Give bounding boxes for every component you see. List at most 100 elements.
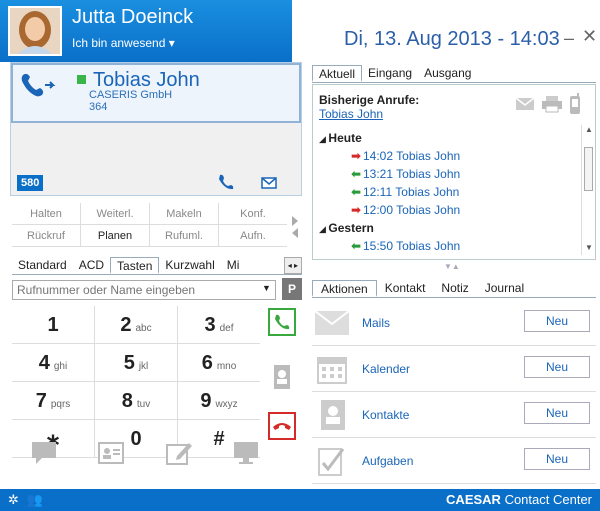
- tab-aktuell[interactable]: Aktuell: [312, 65, 363, 82]
- tab-eingang[interactable]: Eingang: [362, 65, 418, 82]
- mail-icon[interactable]: [515, 97, 535, 111]
- chevron-down-icon: ▾: [168, 36, 175, 50]
- key-letters: jkl: [138, 361, 149, 372]
- dial-dropdown-icon[interactable]: ▼: [262, 283, 271, 293]
- brand-rest: Contact Center: [500, 492, 592, 507]
- action-row-label[interactable]: Mails: [362, 316, 390, 330]
- history-contact-link[interactable]: Tobias John: [319, 107, 383, 121]
- tab-acd[interactable]: ACD: [73, 257, 110, 274]
- collapse-triangle-icon[interactable]: ◢: [319, 134, 328, 144]
- action-row-label[interactable]: Kalender: [362, 362, 410, 376]
- vcard-icon[interactable]: [97, 440, 125, 466]
- tab-kontakt[interactable]: Kontakt: [377, 280, 434, 297]
- presence-dropdown[interactable]: Ich bin anwesend ▾: [72, 36, 175, 50]
- brand-bold: CAESAR: [446, 492, 501, 507]
- mail-icon: [312, 309, 352, 336]
- scroll-arrows-icon[interactable]: [290, 214, 300, 240]
- key-digit: 2: [120, 314, 132, 336]
- hangup-button[interactable]: [268, 412, 296, 440]
- action-row-kalender: Kalender Neu: [312, 346, 596, 392]
- history-call-row[interactable]: ⬅ 12:11 Tobias John: [319, 183, 573, 201]
- chat-icon[interactable]: [30, 440, 58, 466]
- tab-aktionen[interactable]: Aktionen: [312, 280, 377, 297]
- action-rufuml[interactable]: Rufuml.: [150, 225, 219, 246]
- key-8[interactable]: 8 tuv: [95, 382, 178, 419]
- action-makeln[interactable]: Makeln: [150, 203, 219, 224]
- footer-tools: ✲ 👥: [8, 492, 43, 508]
- call-time: 13:21: [363, 167, 394, 181]
- action-weiterl[interactable]: Weiterl.: [81, 203, 150, 224]
- active-call[interactable]: Tobias John CASERIS GmbH 364: [11, 63, 301, 123]
- outgoing-arrow-icon: ➡: [351, 203, 362, 217]
- history-call-row[interactable]: ⬅ 13:21 Tobias John: [319, 165, 573, 183]
- close-button[interactable]: ✕: [582, 26, 597, 47]
- key-digit: 5: [123, 352, 135, 374]
- key-4[interactable]: 4 ghi: [12, 344, 95, 381]
- bottom-toolbar: [30, 440, 260, 466]
- tab-kurzwahl[interactable]: Kurzwahl: [159, 257, 220, 274]
- scroll-up-icon[interactable]: ▲: [585, 125, 593, 134]
- minimize-button[interactable]: –: [564, 28, 574, 49]
- key-7[interactable]: 7 pqrs: [12, 382, 95, 419]
- edit-note-icon[interactable]: [165, 440, 193, 466]
- tab-scroll-arrows-icon[interactable]: ◂ ▸: [283, 257, 302, 274]
- mail-icon[interactable]: [261, 177, 277, 189]
- scroll-down-icon[interactable]: ▼: [585, 243, 593, 252]
- tab-ausgang[interactable]: Ausgang: [418, 65, 477, 82]
- action-halten[interactable]: Halten: [12, 203, 81, 224]
- contact-card-button[interactable]: [268, 358, 296, 396]
- actions-row: Halten Weiterl. Makeln Konf.: [12, 203, 287, 225]
- splitter-grip-icon[interactable]: ▼▲: [444, 262, 460, 271]
- action-rückruf[interactable]: Rückruf: [12, 225, 81, 246]
- gear-icon[interactable]: ✲: [8, 492, 19, 507]
- key-1[interactable]: 1: [12, 306, 95, 343]
- history-group[interactable]: ◢ Gestern: [319, 219, 573, 237]
- history-group[interactable]: ◢ Heute: [319, 129, 573, 147]
- answer-button[interactable]: [268, 308, 296, 336]
- key-5[interactable]: 5 jkl: [95, 344, 178, 381]
- new-kalender-button[interactable]: Neu: [524, 356, 590, 378]
- action-row-label[interactable]: Aufgaben: [362, 454, 413, 468]
- keypad-tabs: Standard ACD Tasten Kurzwahl Mi ◂ ▸: [12, 257, 302, 275]
- new-aufgaben-button[interactable]: Neu: [524, 448, 590, 470]
- history-call-row[interactable]: ⬅ 15:50 Tobias John: [319, 237, 573, 255]
- key-letters: mno: [216, 361, 237, 372]
- collapse-triangle-icon[interactable]: ◢: [319, 224, 328, 234]
- new-mails-button[interactable]: Neu: [524, 310, 590, 332]
- key-digit: 8: [121, 390, 133, 412]
- phone-ring-icon[interactable]: [217, 173, 235, 191]
- tab-standard[interactable]: Standard: [12, 257, 73, 274]
- park-button[interactable]: P: [282, 278, 302, 300]
- key-letters: def: [219, 323, 234, 334]
- users-icon[interactable]: 👥: [27, 492, 43, 507]
- action-konf[interactable]: Konf.: [219, 203, 287, 224]
- action-row-mails: Mails Neu: [312, 300, 596, 346]
- screen-share-icon[interactable]: [232, 440, 260, 466]
- dial-input[interactable]: [12, 280, 276, 300]
- tab-notiz[interactable]: Notiz: [433, 280, 476, 297]
- history-call-row[interactable]: ➡ 12:00 Tobias John: [319, 201, 573, 219]
- key-2[interactable]: 2 abc: [95, 306, 178, 343]
- tab-journal[interactable]: Journal: [477, 280, 532, 297]
- tab-mi[interactable]: Mi: [221, 257, 246, 274]
- action-row-aufgaben: Aufgaben Neu: [312, 438, 596, 484]
- action-row-label[interactable]: Kontakte: [362, 408, 409, 422]
- call-time: 14:02: [363, 149, 394, 163]
- history-scrollbar[interactable]: ▲ ▼: [581, 125, 595, 255]
- key-digit: 7: [35, 390, 47, 412]
- key-3[interactable]: 3 def: [178, 306, 260, 343]
- tab-tasten[interactable]: Tasten: [110, 257, 160, 274]
- history-list: ◢ Heute ➡ 14:02 Tobias John ⬅ 13:21 Tobias J…: [319, 129, 573, 255]
- action-aufn[interactable]: Aufn.: [219, 225, 287, 246]
- action-planen[interactable]: Planen: [81, 225, 150, 246]
- mobile-phone-icon[interactable]: [569, 93, 581, 115]
- keypad-row: 1 2 abc 3 def: [12, 306, 260, 344]
- new-kontakte-button[interactable]: Neu: [524, 402, 590, 424]
- fax-icon[interactable]: [541, 95, 563, 113]
- history-call-row[interactable]: ➡ 14:02 Tobias John: [319, 147, 573, 165]
- scroll-thumb[interactable]: [584, 147, 593, 191]
- call-history: Bisherige Anrufe: Tobias John ◢ Heute ➡ 14…: [312, 84, 596, 260]
- key-9[interactable]: 9 wxyz: [178, 382, 260, 419]
- avatar: [8, 6, 62, 56]
- key-6[interactable]: 6 mno: [178, 344, 260, 381]
